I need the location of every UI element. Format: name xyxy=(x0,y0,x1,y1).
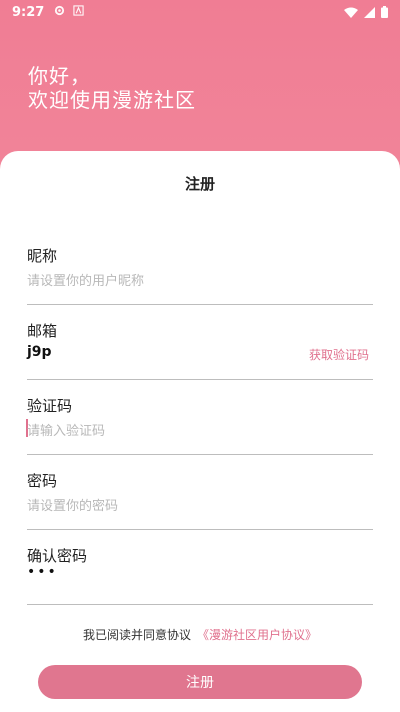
greeting-line-2: 欢迎使用漫游社区 xyxy=(28,88,196,112)
settings-icon xyxy=(54,5,65,19)
nickname-field[interactable]: 昵称 请设置你的用户昵称 xyxy=(27,245,373,305)
confirm-password-field[interactable]: 确认密码 ••• xyxy=(27,545,373,605)
password-input[interactable]: 请设置你的密码 xyxy=(27,495,118,514)
nickname-input[interactable]: 请设置你的用户昵称 xyxy=(27,270,144,289)
agreement: 我已阅读并同意协议 《漫游社区用户协议》 xyxy=(0,626,400,643)
battery-icon xyxy=(381,6,388,18)
status-bar: 9:27 xyxy=(0,0,400,24)
email-label: 邮箱 xyxy=(27,322,58,340)
status-icons xyxy=(344,6,388,18)
password-label: 密码 xyxy=(27,472,58,490)
status-time: 9:27 xyxy=(12,4,45,20)
password-field[interactable]: 密码 请设置你的密码 xyxy=(27,470,373,530)
greeting-line-1: 你好， xyxy=(28,64,91,88)
code-field[interactable]: 验证码 请输入验证码 xyxy=(26,395,373,455)
sheet-title: 注册 xyxy=(184,175,215,193)
signal-icon xyxy=(364,6,375,18)
agreement-link[interactable]: 《漫游社区用户协议》 xyxy=(197,628,317,642)
code-label: 验证码 xyxy=(27,397,73,415)
get-code-button[interactable]: 获取验证码 xyxy=(309,346,369,363)
register-sheet: 注册 昵称 请设置你的用户昵称 邮箱 j9p 获取验证码 验证码 请输入验证码 … xyxy=(0,151,400,712)
email-input[interactable]: j9p xyxy=(27,344,52,360)
code-input[interactable]: 请输入验证码 xyxy=(27,420,105,439)
greeting: 你好， 欢迎使用漫游社区 xyxy=(28,64,196,112)
confirm-password-label: 确认密码 xyxy=(27,547,88,565)
text-icon xyxy=(73,5,84,19)
email-field[interactable]: 邮箱 j9p 获取验证码 xyxy=(27,320,373,380)
register-button[interactable]: 注册 xyxy=(38,665,362,699)
nickname-label: 昵称 xyxy=(27,247,58,265)
wifi-icon xyxy=(344,7,358,18)
confirm-password-input[interactable]: ••• xyxy=(27,564,58,580)
agreement-text: 我已阅读并同意协议 xyxy=(82,628,191,642)
